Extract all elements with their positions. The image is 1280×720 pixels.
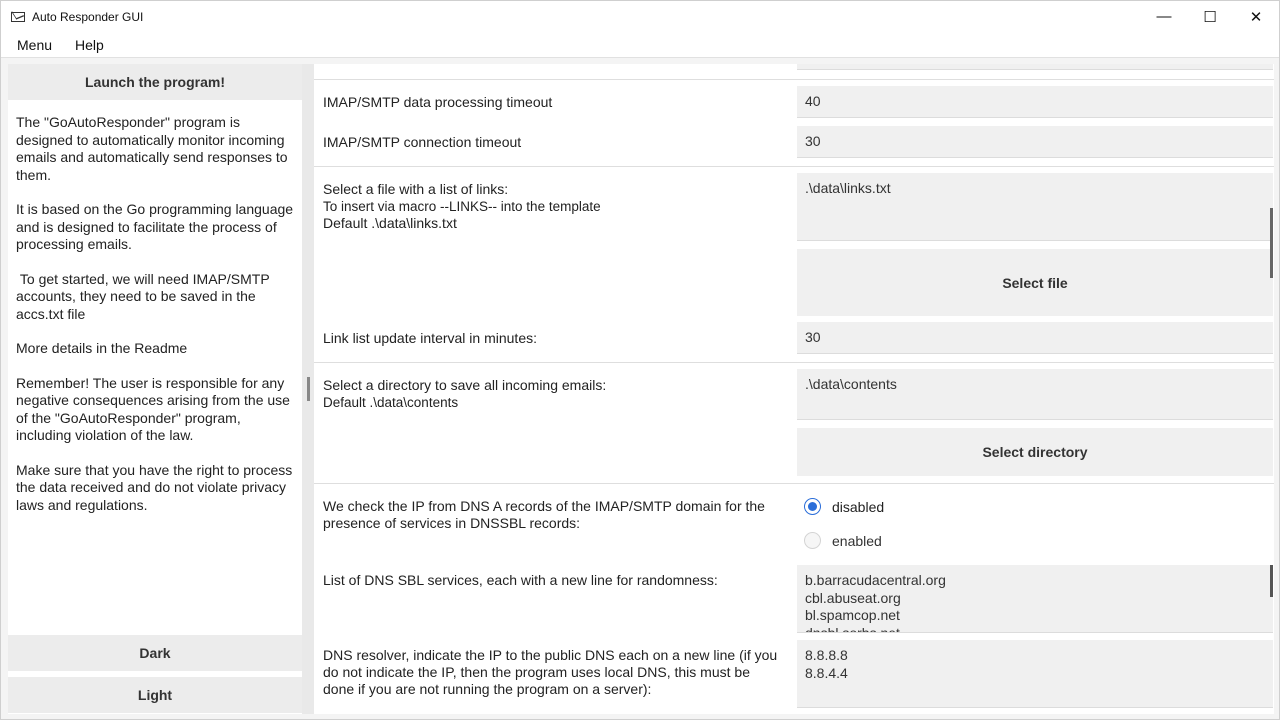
resolver-label: DNS resolver, indicate the IP to the pub…	[323, 647, 778, 697]
settings-panel[interactable]: IMAP/SMTP data processing timeout 40 IMA…	[314, 64, 1274, 714]
menu-item-help[interactable]: Help	[68, 37, 111, 53]
textarea-scrollbar[interactable]	[1270, 565, 1273, 597]
resolver-textarea[interactable]: 8.8.8.8 8.8.4.4	[797, 640, 1273, 708]
dnssbl-check-label: We check the IP from DNS A records of th…	[323, 498, 765, 531]
previous-field[interactable]	[797, 64, 1273, 70]
title-bar: Auto Responder GUI — ☐ ✕	[1, 1, 1279, 32]
maximize-button[interactable]: ☐	[1187, 1, 1233, 32]
sbl-list-label: List of DNS SBL services, each with a ne…	[323, 572, 718, 588]
links-file-title: Select a file with a list of links:	[323, 181, 509, 197]
select-directory-button[interactable]: Select directory	[797, 428, 1273, 476]
window-controls: — ☐ ✕	[1141, 1, 1279, 32]
menu-item-menu[interactable]: Menu	[10, 37, 59, 53]
separator	[314, 79, 1274, 80]
light-theme-button[interactable]: Light	[8, 677, 302, 713]
radio-enabled[interactable]: enabled	[804, 532, 882, 549]
contents-dir-label: Select a directory to save all incoming …	[323, 377, 606, 411]
description-paragraph: Make sure that you have the right to pro…	[16, 461, 293, 513]
dark-theme-button[interactable]: Dark	[8, 635, 302, 671]
settings-scrollbar[interactable]	[1270, 208, 1273, 278]
radio-unselected-icon[interactable]	[804, 532, 821, 549]
links-file-default: Default .\data\links.txt	[323, 215, 457, 231]
left-panel: Launch the program! The "GoAutoResponder…	[8, 64, 302, 714]
launch-button[interactable]: Launch the program!	[8, 64, 302, 100]
minimize-button[interactable]: —	[1141, 1, 1187, 32]
description-paragraph: It is based on the Go programming langua…	[16, 201, 294, 252]
app-window: Auto Responder GUI — ☐ ✕ Menu Help Launc…	[0, 0, 1280, 720]
splitter-handle[interactable]	[307, 377, 310, 401]
resolver-line: 8.8.8.8	[805, 647, 848, 663]
contents-dir-input[interactable]: .\data\contents	[797, 369, 1273, 420]
separator	[314, 166, 1274, 167]
menu-bar: Menu Help	[1, 32, 1279, 58]
select-file-button[interactable]: Select file	[797, 249, 1273, 316]
resolver-line: 8.8.4.4	[805, 664, 848, 681]
sbl-line: bl.spamcop.net	[805, 607, 900, 623]
description-paragraph: The "GoAutoResponder" program is designe…	[16, 114, 288, 183]
data-timeout-input[interactable]: 40	[797, 86, 1273, 118]
radio-enabled-label: enabled	[832, 532, 882, 549]
close-button[interactable]: ✕	[1233, 1, 1279, 32]
separator	[314, 483, 1274, 484]
window-title: Auto Responder GUI	[32, 9, 144, 24]
contents-dir-default: Default .\data\contents	[323, 395, 459, 410]
connection-timeout-input[interactable]: 30	[797, 126, 1273, 158]
link-interval-input[interactable]: 30	[797, 322, 1273, 354]
links-file-hint: To insert via macro --LINKS-- into the t…	[323, 199, 601, 214]
sbl-list-textarea[interactable]: b.barracudacentral.org cbl.abuseat.org b…	[797, 565, 1273, 633]
mail-icon	[11, 11, 25, 22]
sbl-line: b.barracudacentral.org	[805, 572, 946, 588]
radio-disabled[interactable]: disabled	[804, 498, 884, 515]
description-paragraph: More details in the Readme	[16, 340, 188, 356]
description-paragraph: To get started, we will need IMAP/SMTP a…	[16, 270, 274, 322]
description: The "GoAutoResponder" program is designe…	[16, 114, 296, 531]
sbl-line: dnsbl.sorbs.net	[805, 624, 900, 633]
sbl-line: cbl.abuseat.org	[805, 589, 901, 606]
connection-timeout-label: IMAP/SMTP connection timeout	[323, 134, 522, 150]
links-file-input[interactable]: .\data\links.txt	[797, 173, 1273, 241]
contents-dir-title: Select a directory to save all incoming …	[323, 377, 607, 393]
links-file-label: Select a file with a list of links: To i…	[323, 181, 601, 232]
data-timeout-label: IMAP/SMTP data processing timeout	[323, 94, 553, 110]
radio-disabled-label: disabled	[832, 498, 885, 515]
panel-splitter[interactable]	[302, 64, 314, 714]
description-paragraph: Remember! The user is responsible for an…	[16, 374, 290, 444]
radio-dot	[808, 502, 817, 511]
radio-selected-icon[interactable]	[804, 498, 821, 515]
separator	[314, 362, 1274, 363]
link-interval-label: Link list update interval in minutes:	[323, 330, 537, 346]
